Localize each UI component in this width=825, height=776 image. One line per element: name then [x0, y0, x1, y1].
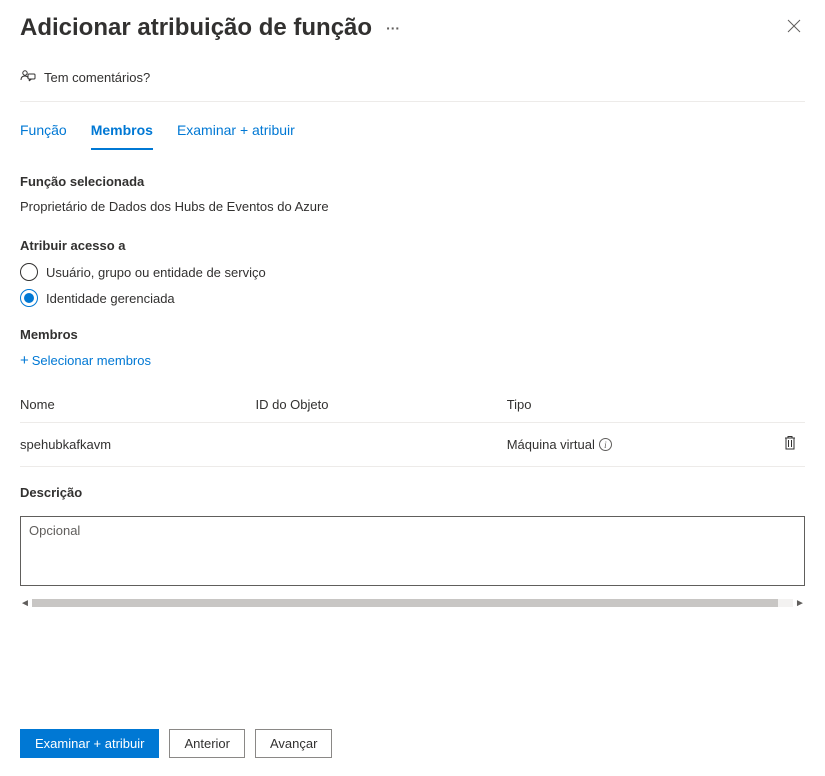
feedback-icon — [20, 68, 36, 87]
assign-access-label: Atribuir acesso a — [20, 238, 805, 253]
footer-buttons: Examinar + atribuir Anterior Avançar — [20, 729, 332, 758]
col-header-type[interactable]: Tipo — [507, 387, 766, 423]
member-type: Máquina virtual — [507, 437, 595, 452]
page-title: Adicionar atribuição de função ··· — [20, 14, 400, 42]
radio-managed-identity[interactable]: Identidade gerenciada — [20, 289, 805, 307]
radio-label-managed: Identidade gerenciada — [46, 291, 175, 306]
col-header-objectid[interactable]: ID do Objeto — [256, 387, 507, 423]
member-name: spehubkafkavm — [20, 423, 256, 467]
radio-icon — [20, 263, 38, 281]
members-table: Nome ID do Objeto Tipo spehubkafkavm Máq… — [20, 387, 805, 467]
selected-role-value: Proprietário de Dados dos Hubs de Evento… — [20, 199, 805, 214]
close-button[interactable] — [783, 15, 805, 42]
feedback-label: Tem comentários? — [44, 70, 150, 85]
select-members-link[interactable]: + Selecionar membros — [20, 352, 151, 369]
trash-icon — [783, 435, 797, 451]
col-header-name[interactable]: Nome — [20, 387, 256, 423]
scroll-right-icon[interactable]: ► — [795, 598, 805, 608]
page-title-text: Adicionar atribuição de função — [20, 14, 372, 42]
close-icon — [787, 19, 801, 33]
feedback-link[interactable]: Tem comentários? — [20, 50, 805, 102]
tab-role[interactable]: Função — [20, 118, 67, 150]
description-label: Descrição — [20, 485, 805, 500]
plus-icon: + — [20, 352, 29, 369]
tab-bar: Função Membros Examinar + atribuir — [0, 102, 825, 150]
table-row: spehubkafkavm Máquina virtual i — [20, 423, 805, 467]
horizontal-scrollbar[interactable]: ◄ ► — [20, 597, 805, 609]
radio-icon-selected — [20, 289, 38, 307]
members-label: Membros — [20, 327, 805, 342]
delete-button[interactable] — [783, 439, 797, 454]
select-members-text: Selecionar membros — [32, 353, 151, 368]
description-textarea[interactable] — [20, 516, 805, 586]
member-type-cell: Máquina virtual i — [507, 423, 766, 467]
tab-review[interactable]: Examinar + atribuir — [177, 118, 295, 150]
selected-role-label: Função selecionada — [20, 174, 805, 189]
tab-members[interactable]: Membros — [91, 118, 153, 150]
info-icon[interactable]: i — [599, 438, 612, 451]
member-objectid — [256, 423, 507, 467]
next-button[interactable]: Avançar — [255, 729, 332, 758]
previous-button[interactable]: Anterior — [169, 729, 245, 758]
assign-access-radio-group: Usuário, grupo ou entidade de serviço Id… — [20, 263, 805, 307]
review-assign-button[interactable]: Examinar + atribuir — [20, 729, 159, 758]
scroll-left-icon[interactable]: ◄ — [20, 598, 30, 608]
scroll-thumb[interactable] — [32, 599, 778, 607]
radio-user-group-sp[interactable]: Usuário, grupo ou entidade de serviço — [20, 263, 805, 281]
scroll-track[interactable] — [32, 599, 793, 607]
more-icon[interactable]: ··· — [386, 20, 400, 36]
radio-label-user: Usuário, grupo ou entidade de serviço — [46, 265, 266, 280]
